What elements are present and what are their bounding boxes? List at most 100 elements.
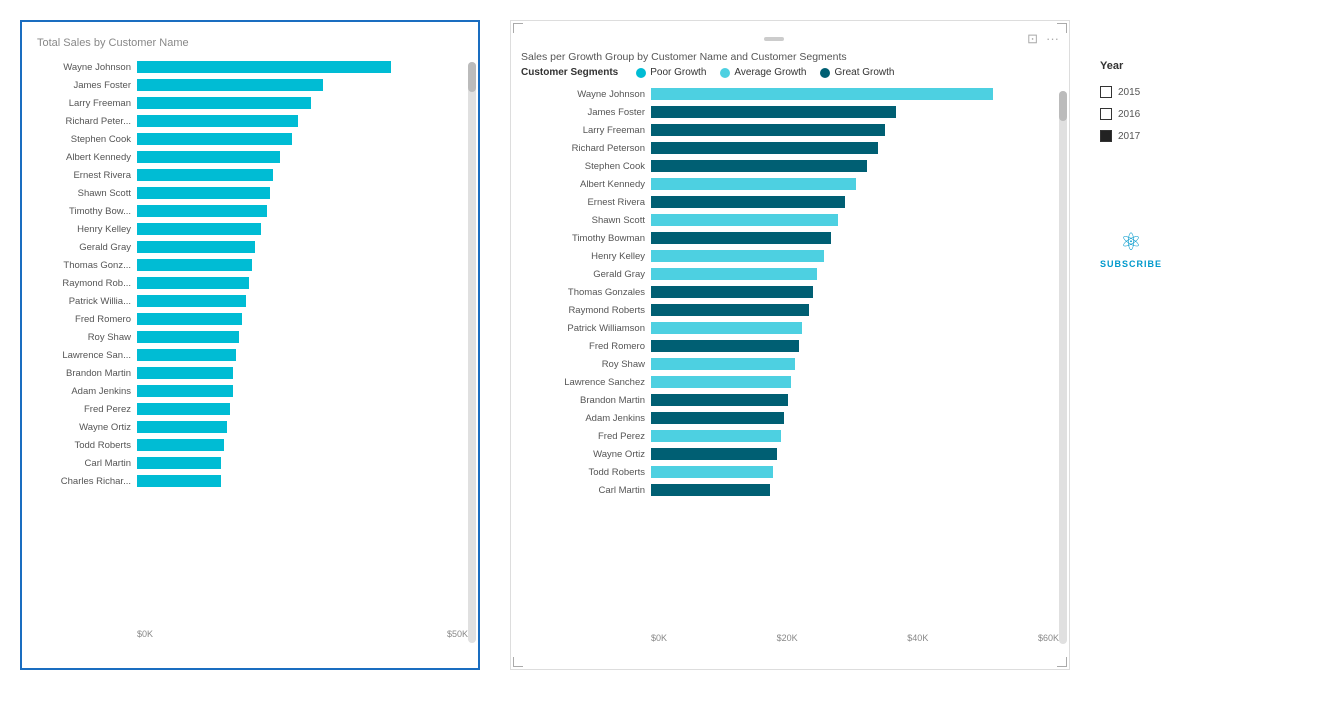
left-scrollbar-thumb[interactable]	[468, 62, 476, 92]
rx-label-3: $60K	[1038, 633, 1059, 643]
left-bar-area	[137, 167, 468, 183]
left-bar-label: Timothy Bow...	[32, 206, 137, 217]
year-label-2015: 2015	[1118, 87, 1140, 98]
right-chart-header: ⊡ ···	[521, 31, 1059, 47]
legend-label-avg: Average Growth	[734, 67, 806, 78]
right-bar-fill	[651, 340, 799, 352]
right-bar-row: Lawrence Sanchez	[521, 374, 1059, 390]
left-bar-label: Lawrence San...	[32, 350, 137, 361]
left-bar-chart: Wayne JohnsonJames FosterLarry FreemanRi…	[32, 59, 468, 625]
right-bar-fill	[651, 304, 809, 316]
year-checkbox-2016[interactable]	[1100, 108, 1112, 120]
right-bar-label: Roy Shaw	[521, 359, 651, 370]
right-bar-fill	[651, 124, 885, 136]
left-bar-row: Fred Romero	[32, 311, 468, 327]
corner-tl	[513, 23, 523, 33]
right-bar-fill	[651, 286, 813, 298]
right-bar-area	[651, 212, 1059, 228]
left-bar-fill	[137, 457, 221, 469]
right-bar-row: Stephen Cook	[521, 158, 1059, 174]
right-bar-fill	[651, 232, 831, 244]
left-bar-row: Wayne Ortiz	[32, 419, 468, 435]
left-bar-area	[137, 383, 468, 399]
right-bar-row: Fred Perez	[521, 428, 1059, 444]
left-bar-label: Gerald Gray	[32, 242, 137, 253]
left-bar-label: Charles Richar...	[32, 476, 137, 487]
right-bar-row: Larry Freeman	[521, 122, 1059, 138]
right-bar-area	[651, 320, 1059, 336]
right-scrollbar-thumb[interactable]	[1059, 91, 1067, 121]
legend-poor-growth: Poor Growth	[636, 67, 706, 78]
right-bar-label: Gerald Gray	[521, 269, 651, 280]
left-scrollbar[interactable]	[468, 62, 476, 643]
right-bar-area	[651, 140, 1059, 156]
left-bar-row: Gerald Gray	[32, 239, 468, 255]
left-bar-fill	[137, 259, 252, 271]
right-bar-row: Gerald Gray	[521, 266, 1059, 282]
right-bar-fill	[651, 466, 773, 478]
right-bar-fill	[651, 484, 770, 496]
right-bar-fill	[651, 214, 838, 226]
more-icon[interactable]: ···	[1046, 31, 1059, 47]
left-bar-row: Henry Kelley	[32, 221, 468, 237]
left-bar-row: Thomas Gonz...	[32, 257, 468, 273]
right-bar-label: Todd Roberts	[521, 467, 651, 478]
left-bar-fill	[137, 331, 239, 343]
left-bar-label: Roy Shaw	[32, 332, 137, 343]
right-bar-row: Richard Peterson	[521, 140, 1059, 156]
left-bar-fill	[137, 349, 236, 361]
subscribe-text[interactable]: SUBSCRIBE	[1100, 259, 1162, 269]
left-bar-label: Shawn Scott	[32, 188, 137, 199]
left-bar-label: Adam Jenkins	[32, 386, 137, 397]
right-bar-area	[651, 464, 1059, 480]
left-bar-area	[137, 59, 468, 75]
left-bar-fill	[137, 187, 270, 199]
left-bar-fill	[137, 439, 224, 451]
left-bar-label: Richard Peter...	[32, 116, 137, 127]
left-x-label-0: $0K	[137, 629, 153, 639]
left-bar-label: Fred Romero	[32, 314, 137, 325]
year-label-2017: 2017	[1118, 131, 1140, 142]
left-bar-fill	[137, 313, 242, 325]
right-chart-legend: Customer Segments Poor Growth Average Gr…	[521, 67, 1059, 78]
left-bar-row: Patrick Willia...	[32, 293, 468, 309]
left-bar-label: Albert Kennedy	[32, 152, 137, 163]
right-bar-label: Carl Martin	[521, 485, 651, 496]
left-bar-area	[137, 419, 468, 435]
year-legend: Year 2015 2016 2017	[1100, 30, 1162, 142]
left-bar-fill	[137, 421, 227, 433]
year-checkbox-2017[interactable]	[1100, 130, 1112, 142]
left-bar-fill	[137, 151, 280, 163]
expand-icon[interactable]: ⊡	[1027, 31, 1038, 47]
left-bar-area	[137, 239, 468, 255]
year-item-2017[interactable]: 2017	[1100, 130, 1162, 142]
left-bar-area	[137, 311, 468, 327]
left-bar-fill	[137, 79, 323, 91]
year-item-2016[interactable]: 2016	[1100, 108, 1162, 120]
drag-handle[interactable]	[764, 37, 784, 41]
left-bar-row: Brandon Martin	[32, 365, 468, 381]
left-bar-fill	[137, 475, 221, 487]
right-bar-label: Wayne Johnson	[521, 89, 651, 100]
left-bar-label: Larry Freeman	[32, 98, 137, 109]
right-bar-row: Carl Martin	[521, 482, 1059, 498]
right-bar-label: Thomas Gonzales	[521, 287, 651, 298]
year-item-2015[interactable]: 2015	[1100, 86, 1162, 98]
left-bar-row: Timothy Bow...	[32, 203, 468, 219]
left-x-axis: $0K $50K	[32, 629, 468, 639]
right-bar-label: Adam Jenkins	[521, 413, 651, 424]
right-scrollbar[interactable]	[1059, 91, 1067, 644]
left-bar-area	[137, 293, 468, 309]
right-bar-area	[651, 446, 1059, 462]
left-bar-row: Ernest Rivera	[32, 167, 468, 183]
left-bar-area	[137, 185, 468, 201]
right-bar-label: Raymond Roberts	[521, 305, 651, 316]
left-bar-label: James Foster	[32, 80, 137, 91]
left-bar-row: Richard Peter...	[32, 113, 468, 129]
left-bar-fill	[137, 61, 391, 73]
left-bar-area	[137, 95, 468, 111]
year-checkbox-2015[interactable]	[1100, 86, 1112, 98]
left-bar-label: Patrick Willia...	[32, 296, 137, 307]
left-bar-area	[137, 473, 468, 489]
right-bar-row: Timothy Bowman	[521, 230, 1059, 246]
